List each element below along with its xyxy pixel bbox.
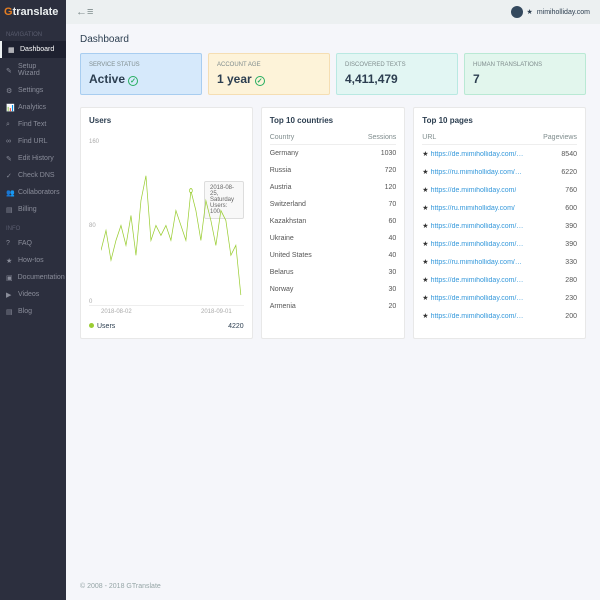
nav-icon: ? [6, 240, 13, 247]
star-icon[interactable]: ★ [422, 205, 428, 212]
nav-item-billing[interactable]: ▤Billing [0, 201, 66, 218]
nav-icon: 👥 [6, 189, 13, 196]
check-icon: ✓ [255, 76, 265, 86]
table-row: Kazakhstan60 [270, 213, 397, 230]
table-row: United States40 [270, 247, 397, 264]
topbar: ←≡ ★ mimiholliday.com [66, 0, 600, 24]
nav-item-how-tos[interactable]: ★How-tos [0, 252, 66, 269]
panel-top-pages: Top 10 pages URLPageviews★https://de.mim… [413, 107, 586, 339]
avatar [511, 6, 523, 18]
logo: Gtranslate [0, 0, 66, 24]
nav-section-info: Info [0, 218, 66, 235]
table-row: Belarus30 [270, 264, 397, 281]
user-domain: mimiholliday.com [537, 9, 590, 16]
table-row: ★https://de.mimiholliday.com/9483236/dig… [422, 145, 577, 164]
nav-item-faq[interactable]: ?FAQ [0, 235, 66, 252]
nav-icon: ▣ [6, 274, 13, 281]
star-icon[interactable]: ★ [422, 151, 428, 158]
table-row: Switzerland70 [270, 196, 397, 213]
nav-icon: ▤ [6, 206, 13, 213]
table-row: ★https://de.mimiholliday.com/Sammlungen/… [422, 235, 577, 253]
table-row: ★https://ru.mimiholliday.com/9483236/dig… [422, 163, 577, 181]
nav-item-edit-history[interactable]: ✎Edit History [0, 150, 66, 167]
legend-users: Users [89, 323, 115, 330]
nav-icon: ▶ [6, 291, 13, 298]
nav-item-check-dns[interactable]: ✓Check DNS [0, 167, 66, 184]
nav-icon: ✎ [6, 155, 13, 162]
star-icon[interactable]: ★ [422, 187, 428, 194]
footer: © 2008 - 2018 GTranslate [66, 573, 600, 600]
star-icon[interactable]: ★ [422, 313, 428, 320]
table-row: Ukraine40 [270, 230, 397, 247]
nav-item-find-url[interactable]: ∞Find URL [0, 133, 66, 150]
panel-users: Users 160 80 0 2018-08-25, Saturday User… [80, 107, 253, 339]
nav-icon: ✓ [6, 172, 13, 179]
nav-item-analytics[interactable]: 📊Analytics [0, 99, 66, 116]
table-row: ★https://ru.mimiholliday.com/Kоллекции/в… [422, 253, 577, 271]
star-icon[interactable]: ★ [422, 277, 428, 284]
user-menu[interactable]: ★ mimiholliday.com [511, 6, 590, 18]
menu-toggle-icon[interactable]: ←≡ [76, 6, 93, 18]
table-row: ★https://de.mimiholliday.com/Sammlungen/… [422, 217, 577, 235]
star-icon[interactable]: ★ [422, 241, 428, 248]
star-icon[interactable]: ★ [422, 295, 428, 302]
table-row: ★https://de.mimiholliday.com/Sammlungen/… [422, 307, 577, 325]
table-row: ★https://de.mimiholliday.com/Sammlungen/… [422, 271, 577, 289]
nav-item-find-text[interactable]: ⌕Find Text [0, 116, 66, 133]
star-icon: ★ [527, 8, 533, 16]
check-icon: ✓ [128, 76, 138, 86]
table-row: Germany1030 [270, 145, 397, 163]
card-account-age: Account Age 1 year✓ [208, 53, 330, 95]
nav-section-navigation: Navigation [0, 24, 66, 41]
nav-icon: ▤ [6, 308, 13, 315]
nav-item-blog[interactable]: ▤Blog [0, 303, 66, 320]
nav-icon: ⚙ [6, 87, 13, 94]
page-title: Dashboard [80, 34, 586, 45]
nav-item-setup-wizard[interactable]: ✎Setup Wizard [0, 58, 66, 82]
table-row: ★https://de.mimiholliday.com/760 [422, 181, 577, 199]
star-icon[interactable]: ★ [422, 169, 428, 176]
table-row: Russia720 [270, 162, 397, 179]
nav-item-collaborators[interactable]: 👥Collaborators [0, 184, 66, 201]
nav-icon: ★ [6, 257, 13, 264]
table-row: Norway30 [270, 281, 397, 298]
table-row: Austria120 [270, 179, 397, 196]
nav-icon: ✎ [6, 67, 13, 74]
card-discovered-texts: Discovered Texts 4,411,479 [336, 53, 458, 95]
card-human-translations: Human Translations 7 [464, 53, 586, 95]
nav-item-dashboard[interactable]: ▦Dashboard [0, 41, 66, 58]
nav-icon: ▦ [8, 46, 15, 53]
users-chart: 160 80 0 2018-08-25, Saturday Users: 100 [89, 131, 244, 306]
nav-icon: ⌕ [6, 121, 13, 128]
nav-item-videos[interactable]: ▶Videos [0, 286, 66, 303]
users-total: 4220 [228, 323, 244, 330]
nav-icon: ∞ [6, 138, 13, 145]
card-service-status: Service Status Active✓ [80, 53, 202, 95]
table-row: ★https://ru.mimiholliday.com/600 [422, 199, 577, 217]
nav-icon: 📊 [6, 104, 13, 111]
table-row: Armenia20 [270, 298, 397, 315]
nav-item-documentation[interactable]: ▣Documentation [0, 269, 66, 286]
nav-item-settings[interactable]: ⚙Settings [0, 82, 66, 99]
table-row: ★https://de.mimiholliday.com/Sammlungen/… [422, 289, 577, 307]
panel-top-countries: Top 10 countries CountrySessionsGermany1… [261, 107, 406, 339]
star-icon[interactable]: ★ [422, 223, 428, 230]
star-icon[interactable]: ★ [422, 259, 428, 266]
